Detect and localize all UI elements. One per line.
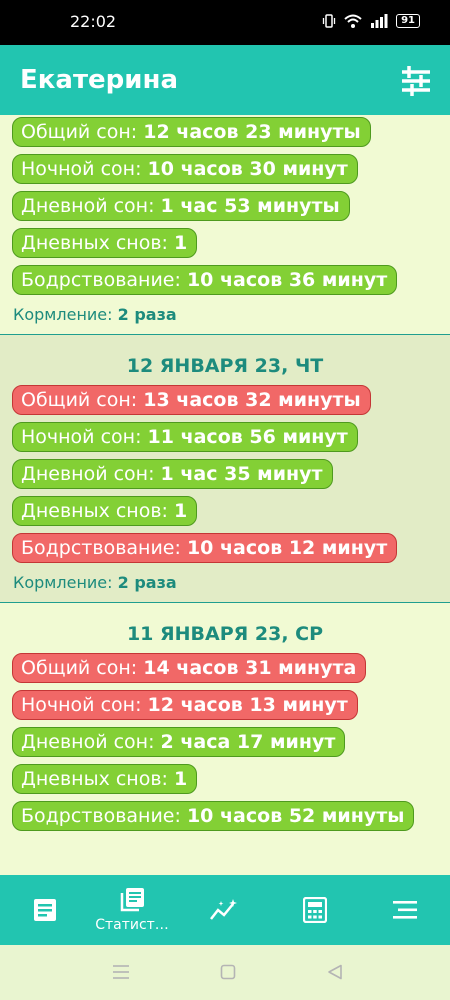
menu-icon — [393, 901, 417, 919]
stat-chip: Ночной сон: 11 часов 56 минут — [12, 422, 358, 452]
stat-chip: Бодрствование: 10 часов 36 минут — [12, 265, 398, 295]
nav-menu[interactable] — [380, 875, 430, 945]
day-card: 11 ЯНВАРЯ 23, СР Общий сон: 14 часов 31 … — [0, 603, 450, 844]
status-bar: 22:02 91 — [0, 0, 450, 45]
recent-apps-icon[interactable] — [112, 964, 130, 980]
system-nav-bar — [0, 945, 450, 1000]
day-date: 12 ЯНВАРЯ 23, ЧТ — [126, 355, 324, 377]
vibrate-icon — [322, 14, 336, 28]
stat-chip: Дневных снов: 1 — [12, 228, 198, 258]
nav-calculator[interactable] — [290, 875, 340, 945]
status-icons: 91 — [322, 14, 420, 28]
stat-chip: Ночной сон: 12 часов 13 минут — [12, 690, 358, 720]
journal-icon — [34, 899, 56, 921]
battery-indicator: 91 — [396, 14, 420, 28]
bottom-nav: Статист… — [0, 875, 450, 945]
status-time: 22:02 — [70, 12, 117, 31]
nav-journal[interactable] — [20, 875, 70, 945]
nav-chart[interactable] — [199, 875, 249, 945]
stat-chip: Общий сон: 14 часов 31 минута — [12, 653, 367, 683]
wifi-icon — [344, 14, 362, 28]
feeding-count: Кормление: 2 раза — [13, 573, 177, 592]
calculator-icon — [303, 897, 327, 923]
nav-statistics-label: Статист… — [95, 917, 169, 933]
stat-chip: Бодрствование: 10 часов 52 минуты — [12, 801, 415, 831]
day-card: 12 ЯНВАРЯ 23, ЧТ Общий сон: 13 часов 32 … — [0, 335, 450, 603]
back-icon[interactable] — [327, 964, 343, 980]
stat-chip: Общий сон: 13 часов 32 минуты — [12, 385, 371, 415]
chart-sparkle-icon — [210, 899, 237, 920]
signal-icon — [371, 14, 388, 28]
stat-chip: Дневной сон: 1 час 35 минут — [12, 459, 333, 489]
statistics-icon — [120, 888, 144, 912]
stat-chip: Дневной сон: 1 час 53 минуты — [12, 191, 350, 221]
stats-list[interactable]: Общий сон: 12 часов 23 минуты Ночной сон… — [0, 115, 450, 875]
stat-chip: Ночной сон: 10 часов 30 минут — [12, 154, 358, 184]
app-bar: Екатерина — [0, 45, 450, 115]
nav-statistics[interactable]: Статист… — [82, 875, 182, 945]
stat-chip: Дневных снов: 1 — [12, 764, 198, 794]
page-title: Екатерина — [20, 65, 178, 95]
stat-chip: Дневной сон: 2 часа 17 минут — [12, 727, 346, 757]
day-date: 11 ЯНВАРЯ 23, СР — [126, 623, 324, 645]
stat-chip: Общий сон: 12 часов 23 минуты — [12, 117, 371, 147]
day-card: Общий сон: 12 часов 23 минуты Ночной сон… — [0, 115, 450, 335]
stat-chip: Бодрствование: 10 часов 12 минут — [12, 533, 398, 563]
stat-chip: Дневных снов: 1 — [12, 496, 198, 526]
home-icon[interactable] — [220, 964, 236, 980]
sliders-icon[interactable] — [400, 65, 432, 97]
feeding-count: Кормление: 2 раза — [13, 305, 177, 324]
